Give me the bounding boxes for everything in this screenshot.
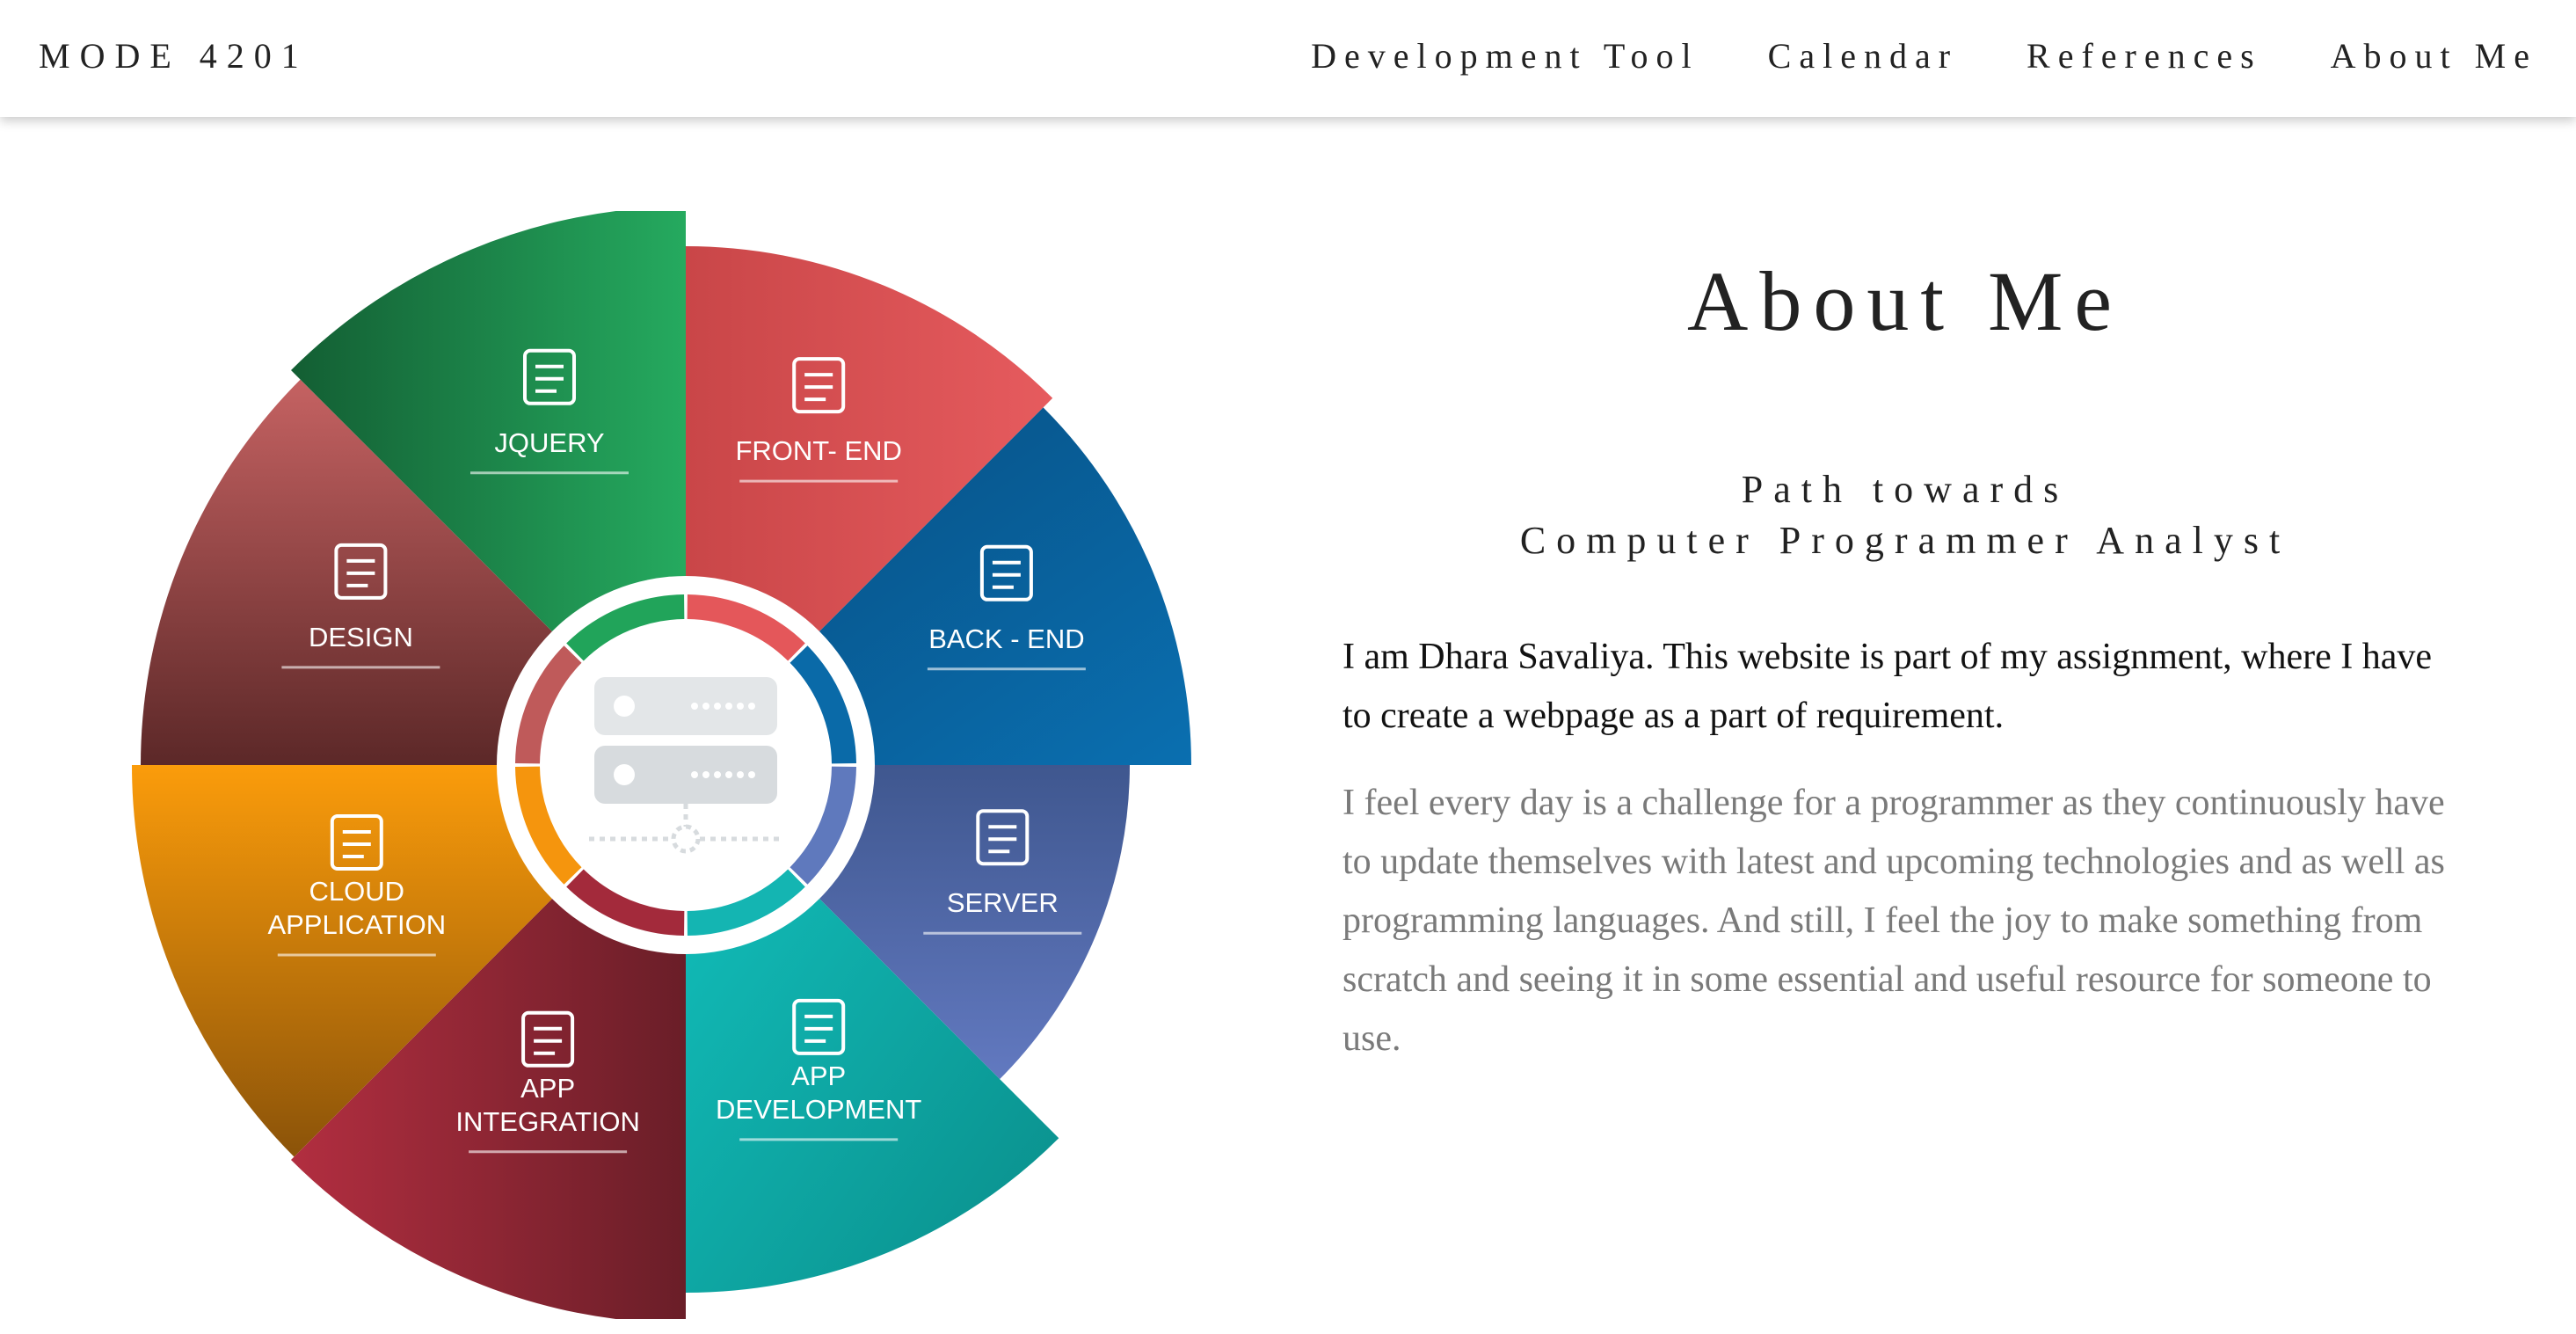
- nav-link-about-me[interactable]: About Me: [2331, 35, 2537, 77]
- nav-link-development-tool[interactable]: Development Tool: [1311, 35, 1699, 77]
- wheel-segment-label: SERVER: [947, 887, 1059, 918]
- subtitle-line-2: Computer Programmer Analyst: [1519, 518, 2291, 562]
- nav-links: Development Tool Calendar References Abo…: [1242, 35, 2537, 77]
- wheel-segment-label: INTEGRATION: [455, 1106, 640, 1137]
- wheel-segment-label: APP: [791, 1061, 846, 1091]
- wheel-segment-label: DESIGN: [309, 622, 413, 652]
- wheel-segment-label: APPLICATION: [267, 909, 446, 940]
- nav-link-calendar[interactable]: Calendar: [1768, 35, 1958, 77]
- skills-wheel-image: FRONT- ENDBACK - ENDSERVERAPPDEVELOPMENT…: [132, 211, 1191, 1319]
- page-title: About Me: [1687, 254, 2123, 348]
- navbar: MODE 4201 Development Tool Calendar Refe…: [0, 0, 2576, 117]
- wheel-segment-label: APP: [520, 1073, 575, 1104]
- wheel-segment-label: BACK - END: [928, 623, 1084, 654]
- brand-link[interactable]: MODE 4201: [39, 35, 309, 77]
- wheel-segment-label: CLOUD: [309, 876, 405, 907]
- nav-link-references[interactable]: References: [2027, 35, 2262, 77]
- wheel-segment-label: JQUERY: [494, 427, 604, 458]
- subtitle-line-1: Path towards: [1741, 467, 2070, 511]
- wheel-segment-label: DEVELOPMENT: [716, 1094, 921, 1125]
- about-section: About Me Path towards Computer Programme…: [1343, 255, 2468, 1068]
- body-paragraph: I feel every day is a challenge for a pr…: [1343, 782, 2445, 1059]
- intro-paragraph: I am Dhara Savaliya. This website is par…: [1343, 636, 2433, 736]
- wheel-segment-label: FRONT- END: [735, 435, 901, 466]
- page-subtitle: Path towards Computer Programmer Analyst: [1343, 464, 2468, 566]
